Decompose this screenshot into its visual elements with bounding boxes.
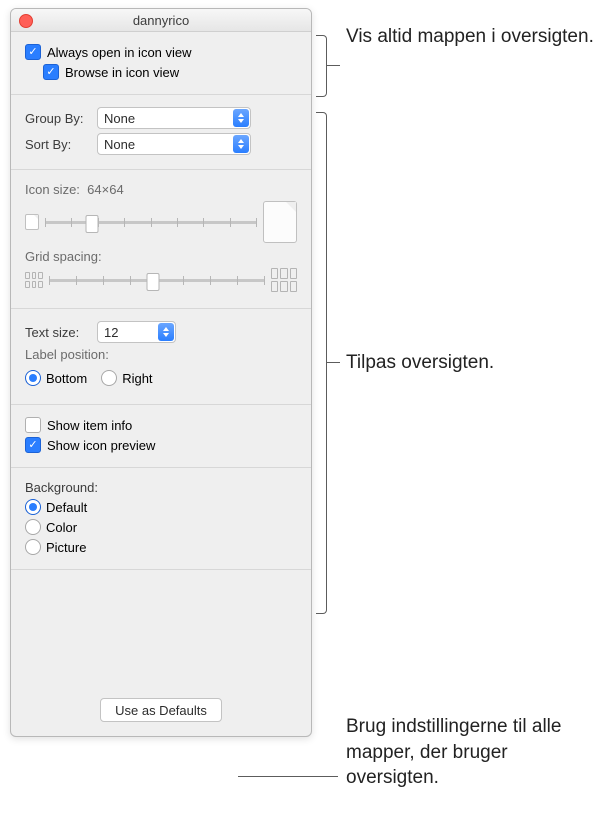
show-item-info-label: Show item info bbox=[47, 418, 132, 433]
browse-icon-view-row[interactable]: Browse in icon view bbox=[43, 64, 297, 80]
group-by-popup[interactable]: None bbox=[97, 107, 251, 129]
text-size-row: Text size: 12 bbox=[25, 321, 297, 343]
group-by-label: Group By: bbox=[25, 111, 89, 126]
section-sizes: Icon size: 64×64 Grid spacing: bbox=[11, 170, 311, 309]
file-small-icon bbox=[25, 214, 39, 230]
text-size-value: 12 bbox=[104, 325, 118, 340]
grid-small-icon bbox=[25, 272, 43, 288]
text-size-popup[interactable]: 12 bbox=[97, 321, 176, 343]
chevron-updown-icon bbox=[233, 135, 249, 153]
browse-icon-view-label: Browse in icon view bbox=[65, 65, 179, 80]
section-text: Text size: 12 Label position: Bottom Rig… bbox=[11, 309, 311, 405]
always-open-icon-view-row[interactable]: Always open in icon view bbox=[25, 44, 297, 60]
group-by-row: Group By: None bbox=[25, 107, 297, 129]
radio-icon[interactable] bbox=[25, 539, 41, 555]
label-position-row: Bottom Right bbox=[25, 366, 297, 390]
background-color[interactable]: Color bbox=[25, 519, 297, 535]
view-options-window: dannyrico Always open in icon view Brows… bbox=[10, 8, 312, 737]
section-background: Background: Default Color Picture bbox=[11, 468, 311, 570]
text-size-label: Text size: bbox=[25, 325, 89, 340]
titlebar[interactable]: dannyrico bbox=[11, 9, 311, 32]
checkbox-icon[interactable] bbox=[25, 44, 41, 60]
radio-icon[interactable] bbox=[25, 370, 41, 386]
section-group-sort: Group By: None Sort By: None bbox=[11, 95, 311, 170]
grid-spacing-slider-row bbox=[25, 268, 297, 292]
group-by-value: None bbox=[104, 111, 135, 126]
label-position-bottom[interactable]: Bottom bbox=[25, 370, 87, 386]
slider-thumb[interactable] bbox=[85, 215, 98, 233]
checkbox-icon[interactable] bbox=[25, 437, 41, 453]
always-open-icon-view-label: Always open in icon view bbox=[47, 45, 192, 60]
window-title: dannyrico bbox=[133, 13, 189, 28]
background-label: Background: bbox=[25, 480, 297, 495]
label-position-label: Label position: bbox=[25, 347, 297, 362]
show-icon-preview-row[interactable]: Show icon preview bbox=[25, 437, 297, 453]
sort-by-popup[interactable]: None bbox=[97, 133, 251, 155]
callout-customize: Tilpas oversigten. bbox=[346, 350, 596, 376]
grid-large-icon bbox=[271, 268, 297, 292]
background-picture[interactable]: Picture bbox=[25, 539, 297, 555]
callout-line bbox=[326, 65, 340, 66]
file-large-icon bbox=[263, 201, 297, 243]
chevron-updown-icon bbox=[233, 109, 249, 127]
radio-icon[interactable] bbox=[101, 370, 117, 386]
section-view-mode: Always open in icon view Browse in icon … bbox=[11, 32, 311, 95]
icon-size-slider[interactable] bbox=[45, 221, 257, 224]
label-position-right[interactable]: Right bbox=[101, 370, 152, 386]
use-as-defaults-button[interactable]: Use as Defaults bbox=[100, 698, 222, 722]
show-item-info-row[interactable]: Show item info bbox=[25, 417, 297, 433]
icon-size-label: Icon size: 64×64 bbox=[25, 182, 297, 197]
radio-icon[interactable] bbox=[25, 519, 41, 535]
grid-spacing-label: Grid spacing: bbox=[25, 249, 297, 264]
sort-by-row: Sort By: None bbox=[25, 133, 297, 155]
background-default[interactable]: Default bbox=[25, 499, 297, 515]
section-show-options: Show item info Show icon preview bbox=[11, 405, 311, 468]
chevron-updown-icon bbox=[158, 323, 174, 341]
footer: Use as Defaults bbox=[11, 570, 311, 736]
sort-by-label: Sort By: bbox=[25, 137, 89, 152]
radio-icon[interactable] bbox=[25, 499, 41, 515]
callout-line bbox=[326, 362, 340, 363]
icon-size-slider-row bbox=[25, 201, 297, 243]
callout-line bbox=[238, 776, 338, 777]
bracket-icon bbox=[316, 35, 327, 97]
callout-always-show: Vis altid mappen i oversigten. bbox=[346, 24, 596, 50]
close-icon[interactable] bbox=[19, 14, 33, 28]
callout-defaults: Brug indstillingerne til alle mapper, de… bbox=[346, 714, 596, 791]
bracket-icon bbox=[316, 112, 327, 614]
checkbox-icon[interactable] bbox=[43, 64, 59, 80]
sort-by-value: None bbox=[104, 137, 135, 152]
checkbox-icon[interactable] bbox=[25, 417, 41, 433]
grid-spacing-slider[interactable] bbox=[49, 279, 265, 282]
show-icon-preview-label: Show icon preview bbox=[47, 438, 155, 453]
slider-thumb[interactable] bbox=[146, 273, 159, 291]
